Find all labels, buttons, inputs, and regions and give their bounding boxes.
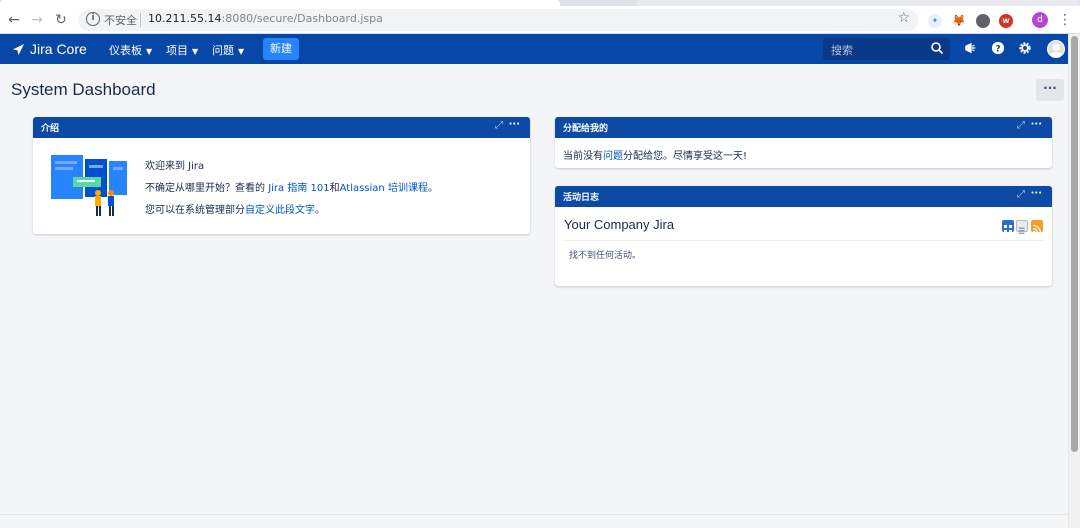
expand-icon[interactable]: ⤢ <box>495 120 503 131</box>
intro-gadget: 介绍 ⤢ ··· 欢迎来到 Jira 不确定从哪里开始？查看的 Jira 指南 … <box>33 117 530 234</box>
insecure-label: 不安全 <box>104 14 137 27</box>
gadget-title: 活动日志 <box>563 193 600 203</box>
expand-icon[interactable]: ⤢ <box>1017 120 1025 131</box>
footer-divider <box>0 514 1068 515</box>
gadget-menu-icon[interactable]: ··· <box>509 119 520 130</box>
logo-text: Jira Core <box>30 41 87 57</box>
rss-feed-icon[interactable] <box>1031 220 1043 234</box>
intro-text: 您可以在系统管理部分 <box>145 205 245 216</box>
gadget-header: 分配给我的 ⤢ ··· <box>555 117 1052 138</box>
profile-avatar[interactable]: d <box>1032 12 1048 28</box>
grid-view-icon[interactable] <box>1002 220 1014 233</box>
chevron-down-icon: ▼ <box>238 47 245 56</box>
assigned-text: 当前没有 <box>563 151 603 162</box>
menu-dashboards[interactable]: 仪表板 ▼ <box>109 42 152 58</box>
jira-guide-link[interactable]: Jira 指南 101 <box>268 183 329 194</box>
back-arrow-icon[interactable]: ← <box>5 11 23 29</box>
intro-welcome: 欢迎来到 Jira <box>145 161 205 172</box>
user-avatar[interactable] <box>1047 40 1065 58</box>
info-icon[interactable]: i <box>86 12 100 26</box>
menu-label: 问题 <box>212 44 234 57</box>
atlassian-training-link[interactable]: Atlassian 培训课程 <box>340 183 428 194</box>
intro-guide-line: 不确定从哪里开始？查看的 Jira 指南 101和Atlassian 培训课程。 <box>145 179 438 194</box>
extension-red-icon[interactable]: w <box>999 14 1013 28</box>
expand-icon[interactable]: ⤢ <box>1017 189 1025 200</box>
extension-circle-icon[interactable] <box>976 14 990 28</box>
url-host: 10.211.55.14 <box>148 12 222 25</box>
intro-text: 。 <box>315 205 325 216</box>
browser-toolbar: ← → ↻ i 不安全 10.211.55.14:8080/secure/Das… <box>0 6 1080 34</box>
intro-text: 不确定从哪里开始？查看的 <box>145 183 269 194</box>
menu-label: 仪表板 <box>109 44 142 57</box>
menu-projects[interactable]: 项目 ▼ <box>166 42 198 58</box>
help-icon[interactable]: ? <box>990 41 1006 57</box>
chevron-down-icon: ▼ <box>146 47 153 56</box>
assigned-text: 分配给您。尽情享受这一天! <box>623 151 748 162</box>
url-path: :8080/secure/Dashboard.jspa <box>221 12 383 25</box>
omnibox-separator <box>140 13 141 27</box>
gadget-title: 介绍 <box>41 124 60 134</box>
search-input[interactable]: 搜索 <box>823 38 950 60</box>
issues-link[interactable]: 问题 <box>603 151 623 162</box>
megaphone-icon[interactable] <box>963 41 979 57</box>
extension-icon[interactable]: ✦ <box>928 14 942 28</box>
gadget-menu-icon[interactable]: ··· <box>1031 119 1042 130</box>
assigned-to-me-gadget: 分配给我的 ⤢ ··· 当前没有问题分配给您。尽情享受这一天! <box>555 117 1052 168</box>
intro-text: 和 <box>329 183 340 194</box>
activity-stream-gadget: 活动日志 ⤢ ··· Your Company Jira 找不到任何活动。 <box>555 186 1052 286</box>
gadget-header: 活动日志 ⤢ ··· <box>555 186 1052 207</box>
jira-logo-icon <box>12 43 25 55</box>
scrollbar-thumb[interactable] <box>1071 36 1078 452</box>
url-text[interactable]: 10.211.55.14:8080/secure/Dashboard.jspa <box>148 12 383 25</box>
page-scrollbar[interactable] <box>1068 34 1080 528</box>
gear-icon[interactable] <box>1017 41 1033 57</box>
assigned-message: 当前没有问题分配给您。尽情享受这一天! <box>563 147 747 162</box>
intro-customize-line: 您可以在系统管理部分自定义此段文字。 <box>145 201 325 216</box>
avatar-body <box>1050 52 1063 57</box>
list-view-icon[interactable] <box>1016 220 1028 234</box>
create-button[interactable]: 新建 <box>263 38 299 60</box>
search-placeholder: 搜索 <box>831 44 853 57</box>
gadget-header: 介绍 ⤢ ··· <box>33 117 530 138</box>
stream-divider <box>564 240 1044 241</box>
svg-text:?: ? <box>995 45 1000 55</box>
jira-top-nav: Jira Core 仪表板 ▼ 项目 ▼ 问题 ▼ 新建 搜索 ? <box>0 34 1068 64</box>
intro-text: 。 <box>427 183 438 194</box>
address-bar[interactable]: i 不安全 10.211.55.14:8080/secure/Dashboard… <box>78 9 918 31</box>
reload-icon[interactable]: ↻ <box>52 11 70 29</box>
browser-menu-icon[interactable]: ⋮ <box>1058 12 1072 28</box>
welcome-illustration <box>51 155 127 216</box>
gadget-menu-icon[interactable]: ··· <box>1031 188 1042 199</box>
bookmark-star-icon[interactable]: ☆ <box>897 10 910 26</box>
page-title: System Dashboard <box>11 80 156 99</box>
chevron-down-icon: ▼ <box>192 47 199 56</box>
menu-issues[interactable]: 问题 ▼ <box>212 42 244 58</box>
search-icon[interactable] <box>930 41 944 55</box>
customize-text-link[interactable]: 自定义此段文字 <box>245 205 315 216</box>
forward-arrow-icon[interactable]: → <box>28 11 46 29</box>
gadget-title: 分配给我的 <box>563 124 609 134</box>
menu-label: 项目 <box>166 44 188 57</box>
metamask-fox-icon[interactable]: 🦊 <box>952 14 966 28</box>
jira-logo[interactable]: Jira Core <box>12 40 87 58</box>
stream-title: Your Company Jira <box>564 217 675 232</box>
avatar-head <box>1053 44 1060 51</box>
more-options-button[interactable]: ··· <box>1036 79 1064 101</box>
no-activity-message: 找不到任何活动。 <box>569 251 642 261</box>
